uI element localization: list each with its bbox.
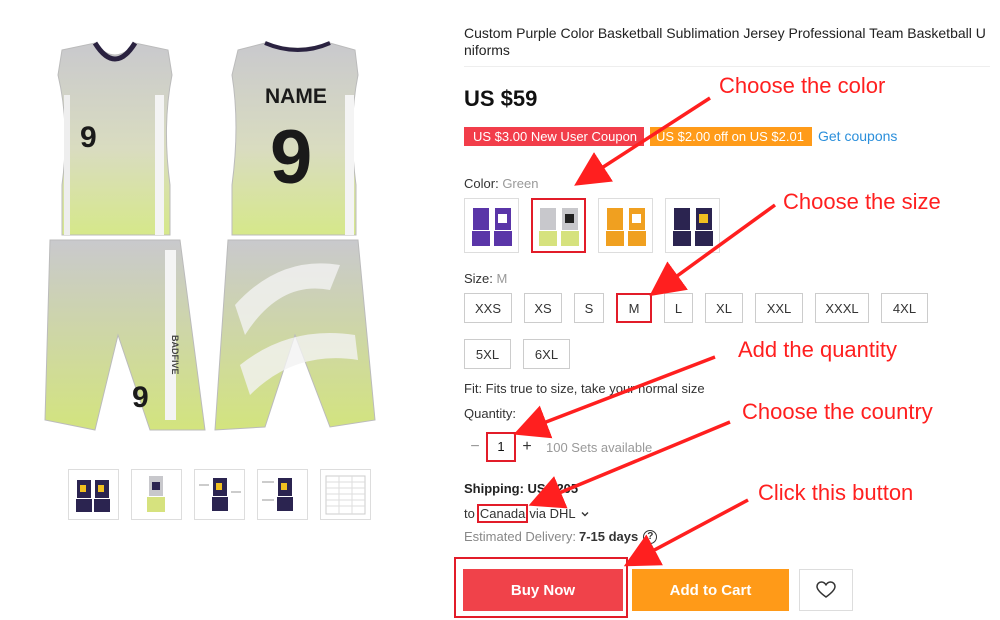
color-options bbox=[464, 198, 720, 253]
delivery-days: 7-15 days bbox=[578, 529, 639, 544]
color-swatch-green[interactable] bbox=[531, 198, 586, 253]
size-option-s[interactable]: S bbox=[574, 293, 604, 323]
color-swatch-orange[interactable] bbox=[598, 198, 653, 253]
product-price: US $59 bbox=[464, 86, 538, 111]
size-label-text: Size: bbox=[464, 271, 493, 286]
side-brand-text: BADFIVE bbox=[170, 335, 180, 375]
add-to-cart-button[interactable]: Add to Cart bbox=[632, 569, 789, 611]
size-option-4xl[interactable]: 4XL bbox=[881, 293, 928, 323]
country-selector[interactable]: Canada bbox=[476, 504, 529, 523]
size-option-xxs[interactable]: XXS bbox=[464, 293, 512, 323]
size-option-xxl[interactable]: XXL bbox=[755, 293, 803, 323]
thumbnail-1[interactable] bbox=[68, 469, 119, 520]
size-option-6xl[interactable]: 6XL bbox=[523, 339, 570, 369]
new-user-coupon[interactable]: US $3.00 New User Coupon bbox=[464, 126, 644, 146]
annotation-size: Choose the size bbox=[783, 189, 941, 214]
carrier-selector[interactable]: via DHL bbox=[529, 506, 575, 521]
ship-to-text: to bbox=[464, 506, 475, 521]
shipping-cost-tail: 05 bbox=[563, 481, 579, 496]
quantity-input[interactable]: 1 bbox=[486, 432, 516, 462]
size-option-l[interactable]: L bbox=[664, 293, 693, 323]
shorts-number: 9 bbox=[132, 381, 149, 414]
color-swatch-purple[interactable] bbox=[464, 198, 519, 253]
chevron-down-icon[interactable] bbox=[579, 508, 591, 520]
color-swatch-navy[interactable] bbox=[665, 198, 720, 253]
estimated-delivery: Estimated Delivery: 7-15 days ? bbox=[464, 529, 658, 544]
jersey-back-name: NAME bbox=[265, 85, 327, 108]
thumbnail-5-size-chart[interactable] bbox=[320, 469, 371, 520]
heart-icon bbox=[816, 581, 836, 598]
thumbnail-3[interactable] bbox=[194, 469, 245, 520]
wishlist-button[interactable] bbox=[799, 569, 853, 611]
thumbnail-2[interactable] bbox=[131, 469, 182, 520]
size-label: Size: M bbox=[464, 271, 507, 286]
quantity-decrease-button[interactable]: − bbox=[464, 434, 486, 460]
discount-coupon[interactable]: US $2.00 off on US $2.01 bbox=[650, 126, 812, 146]
help-circle-icon[interactable]: ? bbox=[643, 529, 658, 544]
size-option-5xl[interactable]: 5XL bbox=[464, 339, 511, 369]
get-coupons-link[interactable]: Get coupons bbox=[818, 128, 897, 144]
annotation-button: Click this button bbox=[758, 480, 914, 505]
selected-size: M bbox=[496, 271, 508, 286]
quantity-increase-button[interactable]: + bbox=[516, 434, 538, 460]
annotation-quantity: Add the quantity bbox=[738, 337, 898, 362]
divider bbox=[464, 66, 990, 67]
color-label: Color: Green bbox=[464, 176, 538, 191]
quantity-stepper: − 1 + 100 Sets available bbox=[464, 432, 652, 462]
main-product-image[interactable]: 9 NAME 9 9 BADFIVE bbox=[40, 35, 385, 440]
fit-note: Fit: Fits true to size, take your normal… bbox=[464, 381, 705, 396]
selected-color: Green bbox=[502, 176, 539, 191]
annotation-country: Choose the country bbox=[742, 399, 933, 424]
thumbnail-strip bbox=[68, 469, 371, 520]
size-option-xxxl[interactable]: XXXL bbox=[815, 293, 869, 323]
jersey-back-number: 9 bbox=[270, 115, 312, 200]
stock-available: 100 Sets available bbox=[546, 439, 653, 455]
product-gallery: 9 NAME 9 9 BADFIVE bbox=[0, 0, 440, 620]
buy-now-button[interactable]: Buy Now bbox=[463, 569, 623, 611]
quantity-label: Quantity: bbox=[464, 406, 517, 421]
delivery-label: Estimated Delivery: bbox=[464, 529, 576, 544]
size-option-xs[interactable]: XS bbox=[524, 293, 562, 323]
shipping-cost: Shipping: US $205 bbox=[464, 481, 578, 496]
size-option-m[interactable]: M bbox=[616, 293, 652, 323]
product-title: Custom Purple Color Basketball Sublimati… bbox=[464, 25, 986, 58]
ship-to-row: to Canada via DHL bbox=[464, 504, 591, 523]
thumbnail-4[interactable] bbox=[257, 469, 308, 520]
color-label-text: Color: bbox=[464, 176, 499, 191]
shipping-cost-label: Shipping: US $2 bbox=[464, 481, 564, 496]
coupon-row: US $3.00 New User Coupon US $2.00 off on… bbox=[464, 126, 897, 146]
size-option-xl[interactable]: XL bbox=[705, 293, 743, 323]
annotation-color: Choose the color bbox=[719, 73, 886, 98]
jersey-front-number: 9 bbox=[80, 121, 97, 154]
